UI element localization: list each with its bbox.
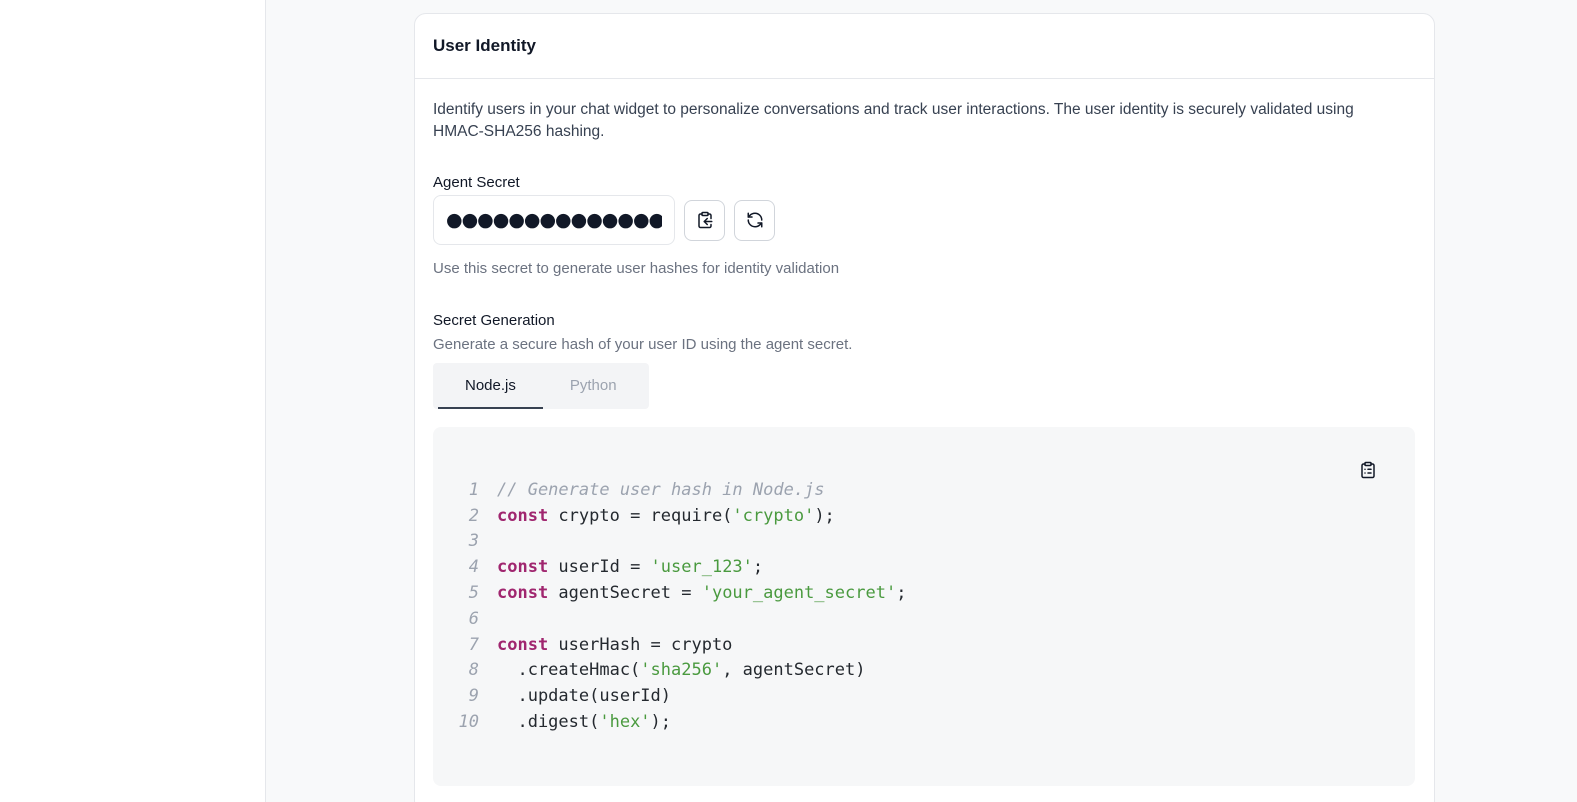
line-number: 10 — [458, 712, 479, 733]
code-line: 7 const userHash = crypto — [433, 632, 1415, 658]
clipboard-copy-icon — [697, 211, 712, 229]
sidebar — [0, 0, 266, 802]
code-line: 5 const agentSecret = 'your_agent_secret'… — [433, 580, 1415, 606]
code-text: .createHmac('sha256', agentSecret) — [497, 660, 865, 680]
regenerate-secret-button[interactable] — [734, 199, 775, 241]
agent-secret-row — [433, 195, 1416, 245]
secret-generation-subtitle: Generate a secure hash of your user ID u… — [433, 336, 853, 353]
line-number: 1 — [468, 479, 479, 500]
copy-code-button[interactable] — [1357, 459, 1379, 481]
card-description: Identify users in your chat widget to pe… — [433, 101, 1354, 140]
clipboard-icon — [1361, 461, 1375, 479]
code-token: , agentSecret) — [722, 660, 866, 681]
agent-secret-input[interactable] — [433, 195, 675, 245]
code-text: const agentSecret = 'your_agent_secret'; — [497, 583, 906, 603]
code-text: const userHash = crypto — [497, 635, 732, 655]
tab-python[interactable]: Python — [543, 363, 644, 409]
line-number: 9 — [468, 686, 479, 707]
agent-secret-hint: Use this secret to generate user hashes … — [433, 260, 840, 277]
tab-nodejs[interactable]: Node.js — [438, 363, 543, 409]
code-text: const crypto = require('crypto'); — [497, 506, 835, 526]
user-identity-card: User Identity Identify users in your cha… — [414, 13, 1435, 802]
code-token: 'your_agent_secret' — [701, 583, 897, 604]
line-number: 4 — [468, 557, 479, 578]
code-token: 'sha256' — [640, 660, 723, 681]
code-token: 'crypto' — [732, 505, 815, 526]
code-token: const — [497, 505, 549, 526]
code-line: 3 — [433, 529, 1415, 555]
line-number: 3 — [468, 531, 479, 552]
code-token: userHash = crypto — [548, 634, 733, 655]
code-token: .createHmac( — [497, 660, 641, 681]
code-line: 9 .update(userId) — [433, 683, 1415, 709]
code-token: ; — [896, 583, 907, 604]
code-line: 2 const crypto = require('crypto'); — [433, 503, 1415, 529]
code-token: .update(userId) — [497, 686, 671, 707]
refresh-icon — [747, 212, 762, 228]
code-line: 4 const userId = 'user_123'; — [433, 554, 1415, 580]
line-number: 6 — [468, 608, 479, 629]
code-token: const — [497, 583, 549, 604]
code-token: ); — [814, 505, 835, 526]
agent-secret-label: Agent Secret — [433, 174, 520, 191]
code-line: 6 — [433, 606, 1415, 632]
code-token: userId = — [548, 557, 651, 578]
card-header: User Identity — [415, 14, 1434, 79]
code-token: 'hex' — [599, 712, 651, 733]
code-line: 1 // Generate user hash in Node.js — [433, 477, 1415, 503]
code-token: ; — [752, 557, 764, 578]
line-number: 8 — [468, 660, 479, 681]
card-body: Identify users in your chat widget to pe… — [415, 79, 1434, 802]
code-token: crypto = require( — [548, 505, 733, 526]
code-token: ); — [650, 712, 672, 733]
code-block: 1 // Generate user hash in Node.js 2 const … — [433, 427, 1415, 786]
code-text: .update(userId) — [497, 686, 671, 706]
code-line: 10 .digest('hex'); — [433, 709, 1415, 735]
code-line: 8 .createHmac('sha256', agentSecret) — [433, 658, 1415, 684]
code-token: // Generate user hash in Node.js — [497, 479, 825, 500]
card-title: User Identity — [433, 36, 536, 55]
line-number: 5 — [468, 583, 479, 604]
code-token: const — [497, 557, 549, 578]
code-text: .digest('hex'); — [497, 712, 671, 732]
code-token: const — [497, 634, 549, 655]
line-number: 7 — [468, 634, 479, 655]
copy-secret-button[interactable] — [684, 199, 725, 241]
line-number: 2 — [468, 505, 479, 526]
code-token: .digest( — [497, 712, 600, 733]
code-text: const userId = 'user_123'; — [497, 557, 763, 577]
code-lines: 1 // Generate user hash in Node.js 2 const … — [433, 477, 1415, 735]
language-tabs: Node.js Python — [433, 363, 649, 409]
code-token: 'user_123' — [650, 557, 753, 578]
code-token: agentSecret = — [548, 583, 702, 604]
code-text: // Generate user hash in Node.js — [497, 480, 825, 500]
secret-generation-label: Secret Generation — [433, 312, 555, 329]
